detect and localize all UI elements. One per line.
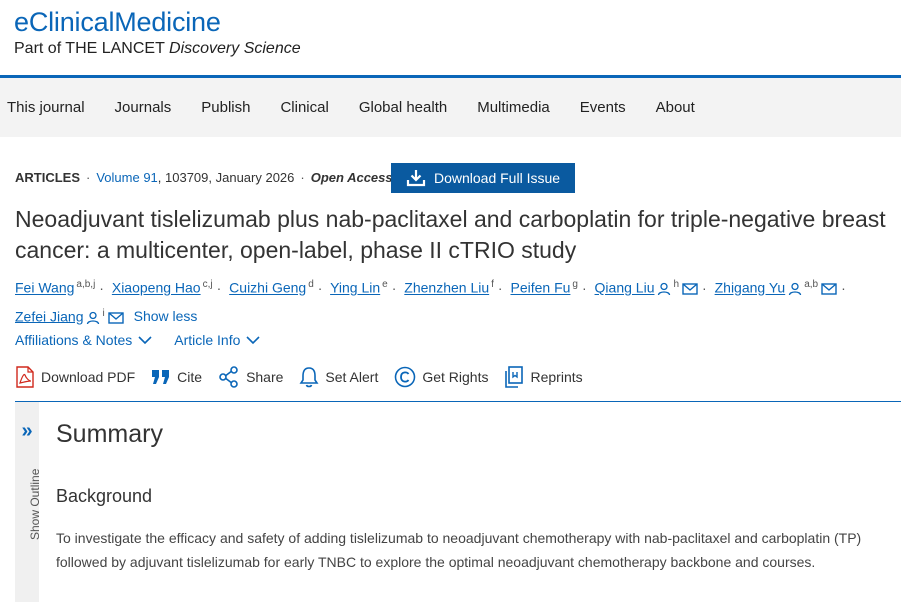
subtitle-prefix: Part of THE LANCET — [14, 40, 170, 57]
author-link[interactable]: Zhigang Yu — [715, 280, 786, 296]
author-link[interactable]: Fei Wang — [15, 280, 74, 296]
author-separator: · — [391, 279, 397, 296]
author-separator: · — [841, 279, 846, 296]
set-alert-label: Set Alert — [325, 369, 379, 385]
author-separator: · — [317, 279, 323, 296]
get-rights-label: Get Rights — [422, 369, 489, 385]
author-link[interactable]: Zefei Jiang — [15, 308, 83, 324]
background-paragraph: To investigate the efficacy and safety o… — [56, 530, 862, 570]
outline-divider — [15, 401, 901, 402]
download-pdf-button[interactable]: Download PDF — [15, 366, 135, 388]
show-less-link[interactable]: Show less — [134, 308, 198, 324]
email-icon[interactable] — [682, 283, 698, 295]
quote-icon — [152, 370, 170, 384]
article-info-toggle[interactable]: Article Info — [174, 332, 260, 348]
article-section: ARTICLES — [15, 170, 80, 185]
author-separator: · — [702, 279, 707, 296]
article-disclosures: Affiliations & Notes Article Info — [15, 332, 260, 348]
nav-about[interactable]: About — [656, 99, 695, 116]
open-access-label: Open Access — [310, 170, 393, 185]
nav-publish[interactable]: Publish — [201, 99, 250, 116]
affiliation-sup[interactable]: d — [308, 279, 314, 290]
download-full-issue-button[interactable]: Download Full Issue — [391, 163, 575, 193]
nav-multimedia[interactable]: Multimedia — [477, 99, 550, 116]
nav-journals[interactable]: Journals — [115, 99, 172, 116]
cite-label: Cite — [177, 369, 203, 385]
person-icon[interactable] — [86, 311, 100, 325]
journal-subtitle: Part of THE LANCET Discovery Science — [14, 39, 301, 59]
affiliations-notes-label: Affiliations & Notes — [15, 332, 133, 348]
main-nav: This journal Journals Publish Clinical G… — [0, 78, 901, 137]
article-info-label: Article Info — [174, 332, 241, 348]
share-icon — [219, 366, 238, 388]
affiliation-sup[interactable]: e — [382, 279, 388, 290]
background-heading: Background — [56, 486, 153, 506]
email-icon[interactable] — [821, 283, 837, 295]
affiliation-sup[interactable]: a,b,j — [76, 279, 95, 290]
pdf-icon — [16, 366, 34, 388]
journal-brand[interactable]: eClinicalMedicine Part of THE LANCET Dis… — [14, 6, 301, 59]
author-link[interactable]: Zhenzhen Liu — [404, 280, 489, 296]
affiliation-sup[interactable]: h — [673, 279, 679, 290]
author-separator: · — [581, 279, 587, 296]
author-separator: · — [99, 279, 104, 296]
author-link[interactable]: Ying Lin — [330, 280, 380, 296]
affiliation-sup[interactable]: a,b — [804, 279, 818, 290]
copyright-icon — [395, 366, 416, 388]
share-button[interactable]: Share — [218, 366, 283, 388]
download-icon — [406, 170, 426, 187]
meta-separator: · — [86, 170, 91, 185]
meta-separator: · — [300, 170, 305, 185]
author-separator: · — [497, 279, 503, 296]
person-icon[interactable] — [788, 282, 802, 296]
nav-events[interactable]: Events — [580, 99, 626, 116]
show-outline-label[interactable]: Show Outline — [28, 469, 42, 540]
article-meta: ARTICLES · Volume 91 , 103709, January 2… — [15, 170, 393, 185]
affiliation-sup[interactable]: c,j — [203, 279, 213, 290]
author-link[interactable]: Xiaopeng Hao — [112, 280, 201, 296]
affiliations-notes-toggle[interactable]: Affiliations & Notes — [15, 332, 152, 348]
author-list: Fei Wang a,b,j · Xiaopeng Hao c,j · Cuizhi G… — [15, 272, 895, 329]
article-title: Neoadjuvant tislelizumab plus nab-paclit… — [15, 206, 886, 263]
nav-clinical[interactable]: Clinical — [280, 99, 328, 116]
affiliation-sup[interactable]: i — [102, 308, 104, 319]
chevron-down-icon — [138, 336, 152, 345]
nav-global-health[interactable]: Global health — [359, 99, 447, 116]
reprints-label: Reprints — [530, 369, 583, 385]
subtitle-discovery-science: Discovery Science — [169, 40, 301, 57]
affiliation-sup[interactable]: f — [491, 279, 494, 290]
reprints-button[interactable]: Reprints — [504, 366, 583, 388]
volume-link[interactable]: Volume 91 — [96, 170, 157, 185]
person-icon[interactable] — [657, 282, 671, 296]
bell-icon — [299, 367, 319, 388]
share-label: Share — [246, 369, 284, 385]
nav-this-journal[interactable]: This journal — [7, 99, 85, 116]
email-icon[interactable] — [108, 311, 124, 324]
download-pdf-label: Download PDF — [41, 369, 136, 385]
author-link[interactable]: Cuizhi Geng — [229, 280, 306, 296]
author-separator: · — [216, 279, 222, 296]
chevron-down-icon — [246, 336, 260, 345]
article-toolbar: Download PDF Cite Share Set Alert Get Ri… — [15, 366, 599, 388]
journal-title[interactable]: eClinicalMedicine — [14, 6, 301, 38]
article-number-date: , 103709, January 2026 — [157, 170, 295, 185]
double-chevron-right-icon[interactable]: » — [15, 420, 39, 443]
summary-heading: Summary — [56, 420, 163, 448]
reprints-icon — [505, 366, 524, 388]
author-link[interactable]: Peifen Fu — [510, 280, 570, 296]
download-full-issue-label: Download Full Issue — [433, 170, 561, 186]
author-link[interactable]: Qiang Liu — [595, 280, 655, 296]
get-rights-button[interactable]: Get Rights — [394, 366, 488, 388]
cite-button[interactable]: Cite — [151, 368, 202, 386]
affiliation-sup[interactable]: g — [572, 279, 578, 290]
set-alert-button[interactable]: Set Alert — [299, 366, 378, 388]
